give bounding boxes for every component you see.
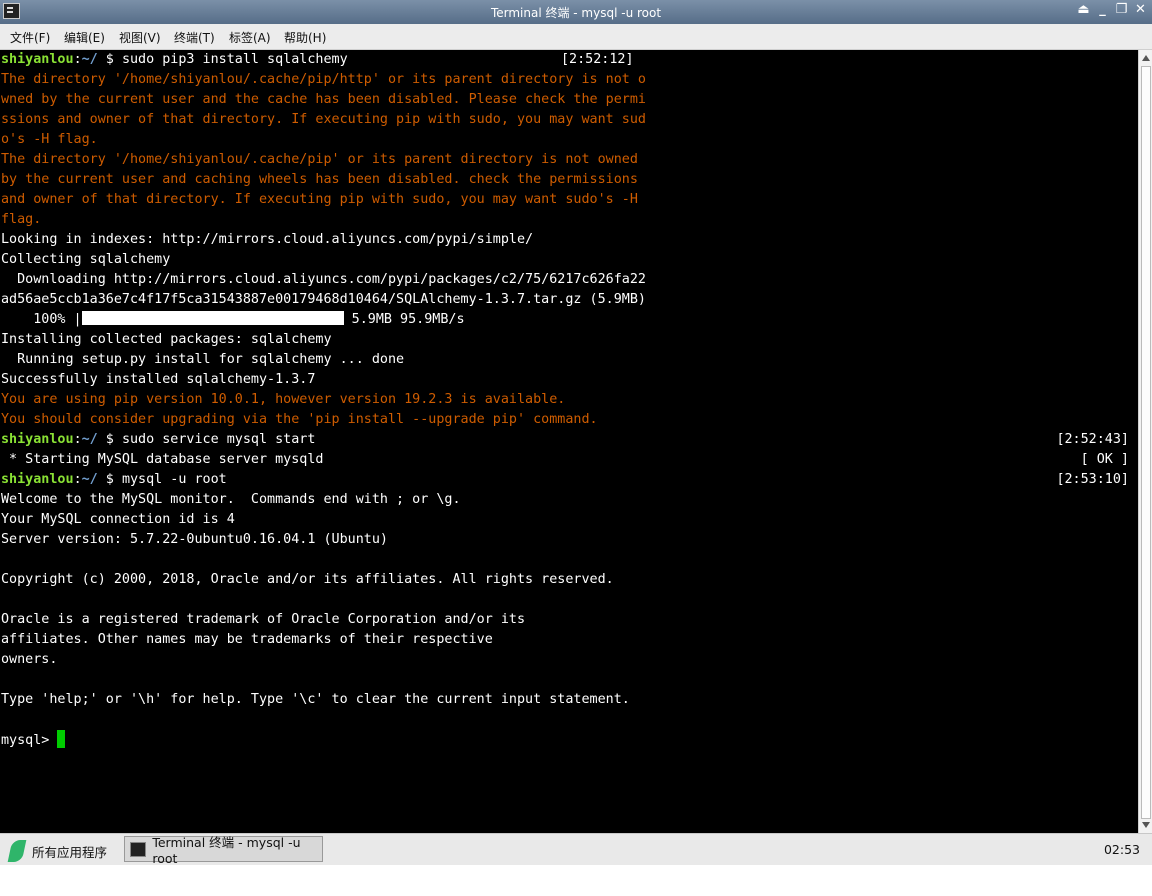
prompt-user: shiyanlou <box>1 52 74 67</box>
applications-menu-label: 所有应用程序 <box>32 844 108 860</box>
prompt-colon: : <box>73 472 82 487</box>
mysql-output-line: owners. <box>1 652 58 667</box>
warning-line: o's -H flag. <box>1 132 98 147</box>
command-text: mysql -u root <box>121 472 227 487</box>
taskbar-window-label: Terminal 终端 - mysql -u root <box>152 835 301 866</box>
menu-view[interactable]: 视图(V) <box>119 29 161 46</box>
output-line: Downloading http://mirrors.cloud.aliyunc… <box>1 272 646 287</box>
download-progress: 100% | 5.9MB 95.9MB/s <box>1 310 465 330</box>
prompt-timestamp: [2:53:10] <box>1056 472 1129 487</box>
prompt-symbol: $ <box>97 52 122 67</box>
command-text: sudo pip3 install sqlalchemy <box>121 52 348 67</box>
terminal-output[interactable]: shiyanlou:~/ $ sudo pip3 install sqlalch… <box>0 50 1138 833</box>
warning-line: wned by the current user and the cache h… <box>1 92 646 107</box>
warning-line: flag. <box>1 212 42 227</box>
prompt-symbol: $ <box>97 472 122 487</box>
output-line: Installing collected packages: sqlalchem… <box>1 332 332 347</box>
warning-line: The directory '/home/shiyanlou/.cache/pi… <box>1 152 638 167</box>
taskbar-window-button[interactable]: Terminal 终端 - mysql -u root <box>124 835 323 866</box>
prompt-timestamp: [2:52:43] <box>1056 432 1129 447</box>
progress-percent: 100% | <box>1 312 82 327</box>
desktop-bottom-strip <box>0 865 1152 896</box>
prompt-path: ~/ <box>81 432 98 447</box>
warning-line: ssions and owner of that directory. If e… <box>1 112 646 127</box>
prompt-path: ~/ <box>81 52 98 67</box>
warning-line: by the current user and caching wheels h… <box>1 172 638 187</box>
warning-line: and owner of that directory. If executin… <box>1 192 638 207</box>
output-line: Successfully installed sqlalchemy-1.3.7 <box>1 372 316 387</box>
close-button[interactable]: ✕ <box>1133 2 1148 17</box>
prompt-line: shiyanlou:~/ $ sudo pip3 install sqlalch… <box>1 50 348 70</box>
prompt-user: shiyanlou <box>1 432 74 447</box>
clock: 02:53 <box>1103 842 1140 857</box>
menu-edit[interactable]: 编辑(E) <box>64 29 105 46</box>
prompt-colon: : <box>73 432 82 447</box>
mysql-output-line: Type 'help;' or '\h' for help. Type '\c'… <box>1 692 630 707</box>
command-text: sudo service mysql start <box>121 432 316 447</box>
mysql-output-line: Welcome to the MySQL monitor. Commands e… <box>1 492 461 507</box>
output-line: Looking in indexes: http://mirrors.cloud… <box>1 232 534 247</box>
scroll-up-arrow-icon[interactable] <box>1142 55 1150 61</box>
mysql-prompt-line[interactable]: mysql> <box>1 730 66 750</box>
leaf-logo-icon <box>7 840 27 862</box>
minimize-button[interactable]: _ <box>1095 2 1110 17</box>
menu-tabs[interactable]: 标签(A) <box>229 29 271 46</box>
output-line: Running setup.py install for sqlalchemy … <box>1 352 405 367</box>
title-bar: Terminal 终端 - mysql -u root ⏏ _ ❐ ✕ <box>0 0 1152 24</box>
output-line: ad56ae5ccb1a36e7c4f17f5ca31543887e001794… <box>1 292 646 307</box>
warning-line: You should consider upgrading via the 'p… <box>1 412 598 427</box>
menu-bar: 文件(F) 编辑(E) 视图(V) 终端(T) 标签(A) 帮助(H) <box>0 24 1152 50</box>
maximize-button[interactable]: ❐ <box>1114 2 1129 17</box>
prompt-timestamp: [2:52:12] <box>561 52 634 67</box>
mysql-output-line: affiliates. Other names may be trademark… <box>1 632 493 647</box>
service-status: [ OK ] <box>1080 452 1129 467</box>
scrollbar-thumb[interactable] <box>1141 66 1151 819</box>
mysql-output-line: Server version: 5.7.22-0ubuntu0.16.04.1 … <box>1 532 388 547</box>
terminal-scrollbar[interactable] <box>1138 50 1152 833</box>
output-line: Collecting sqlalchemy <box>1 252 171 267</box>
text-cursor <box>57 730 66 748</box>
prompt-symbol: $ <box>97 432 122 447</box>
warning-line: The directory '/home/shiyanlou/.cache/pi… <box>1 72 646 87</box>
mysql-output-line: Oracle is a registered trademark of Orac… <box>1 612 526 627</box>
prompt-path: ~/ <box>81 472 98 487</box>
progress-bar <box>81 311 344 325</box>
applications-menu-button[interactable]: 所有应用程序 <box>7 840 108 862</box>
window-controls: ⏏ _ ❐ ✕ <box>1076 2 1148 17</box>
menu-help[interactable]: 帮助(H) <box>284 29 326 46</box>
warning-line: You are using pip version 10.0.1, howeve… <box>1 392 566 407</box>
mysql-output-line: Copyright (c) 2000, 2018, Oracle and/or … <box>1 572 614 587</box>
prompt-line: shiyanlou:~/ $ sudo service mysql start <box>1 430 315 450</box>
menu-file[interactable]: 文件(F) <box>10 29 50 46</box>
mysql-output-line: Your MySQL connection id is 4 <box>1 512 235 527</box>
shade-button[interactable]: ⏏ <box>1076 2 1091 17</box>
terminal-window-icon <box>130 841 147 857</box>
service-output: * Starting MySQL database server mysqld <box>1 452 324 467</box>
window-title: Terminal 终端 - mysql -u root <box>490 6 662 20</box>
prompt-user: shiyanlou <box>1 472 74 487</box>
progress-suffix: 5.9MB 95.9MB/s <box>343 312 465 327</box>
prompt-line: shiyanlou:~/ $ mysql -u root <box>1 470 227 490</box>
mysql-prompt: mysql> <box>1 733 58 748</box>
taskbar: 所有应用程序 Terminal 终端 - mysql -u root 02:53 <box>0 833 1152 866</box>
prompt-colon: : <box>73 52 82 67</box>
scroll-down-arrow-icon[interactable] <box>1142 822 1150 828</box>
menu-terminal[interactable]: 终端(T) <box>174 29 215 46</box>
